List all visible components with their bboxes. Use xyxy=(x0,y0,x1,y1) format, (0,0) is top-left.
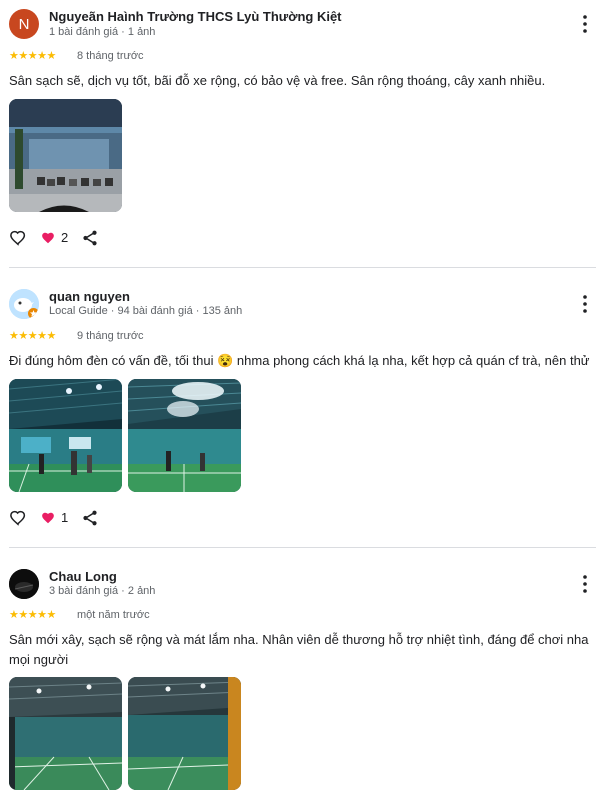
star-rating: ★★★★★ xyxy=(9,50,56,62)
reviewer-meta: 3 bài đánh giá · 2 ảnh xyxy=(49,585,156,597)
dark-avatar-image xyxy=(9,569,39,599)
avatar[interactable]: N xyxy=(9,9,39,39)
like-count: 1 xyxy=(61,510,69,525)
more-vert-icon[interactable] xyxy=(579,14,591,34)
review-photo[interactable] xyxy=(128,677,241,790)
heart-filled-icon xyxy=(42,232,54,243)
avatar[interactable] xyxy=(9,289,39,319)
share-icon[interactable] xyxy=(81,509,99,527)
more-vert-icon[interactable] xyxy=(579,574,591,594)
local-guide-badge-icon xyxy=(28,308,39,319)
more-vert-icon[interactable] xyxy=(579,294,591,314)
avatar[interactable] xyxy=(9,569,39,599)
review-actions: 2 xyxy=(9,229,129,249)
review-time: 9 tháng trước xyxy=(77,330,144,342)
review-actions: 1 xyxy=(9,509,129,529)
badminton-court-photo-image xyxy=(128,379,241,492)
reviewer-name[interactable]: Nguyeãn Haình Trường THCS Lyù Thường Kiệ… xyxy=(49,9,342,24)
star-rating: ★★★★★ xyxy=(9,330,56,342)
building-photo-image xyxy=(9,99,122,212)
heart-outline-icon[interactable] xyxy=(9,229,27,247)
reviewer-name[interactable]: Chau Long xyxy=(49,569,117,584)
star-rating: ★★★★★ xyxy=(9,609,56,621)
review-photo[interactable] xyxy=(9,99,122,212)
heart-outline-icon[interactable] xyxy=(9,509,27,527)
divider xyxy=(9,547,596,548)
share-icon[interactable] xyxy=(81,229,99,247)
badminton-court-photo-image xyxy=(128,677,241,790)
reaction-count[interactable]: 2 xyxy=(41,230,68,245)
review-photo[interactable] xyxy=(128,379,241,492)
review-time: 8 tháng trước xyxy=(77,50,144,62)
reviewer-meta: 1 bài đánh giá · 1 ảnh xyxy=(49,26,156,38)
badminton-court-photo-image xyxy=(9,379,122,492)
review-text: Sân mới xây, sạch sẽ rộng và mát lắm nha… xyxy=(9,632,589,667)
divider xyxy=(9,267,596,268)
reviewer-name[interactable]: quan nguyen xyxy=(49,289,130,304)
like-count: 2 xyxy=(61,230,69,245)
reaction-count[interactable]: 1 xyxy=(41,510,68,525)
review-photo[interactable] xyxy=(9,677,122,790)
review-photo[interactable] xyxy=(9,379,122,492)
review-text: Đi đúng hôm đèn có vấn đề, tối thui 😵 nh… xyxy=(9,353,590,368)
review-time: một năm trước xyxy=(77,609,150,621)
avatar-letter: N xyxy=(18,15,30,33)
reviewer-meta: Local Guide · 94 bài đánh giá · 135 ảnh xyxy=(49,305,243,317)
heart-filled-icon xyxy=(42,512,54,523)
badminton-court-photo-image xyxy=(9,677,122,790)
review-text: Sân sạch sẽ, dịch vụ tốt, bãi đỗ xe rộng… xyxy=(9,73,546,88)
